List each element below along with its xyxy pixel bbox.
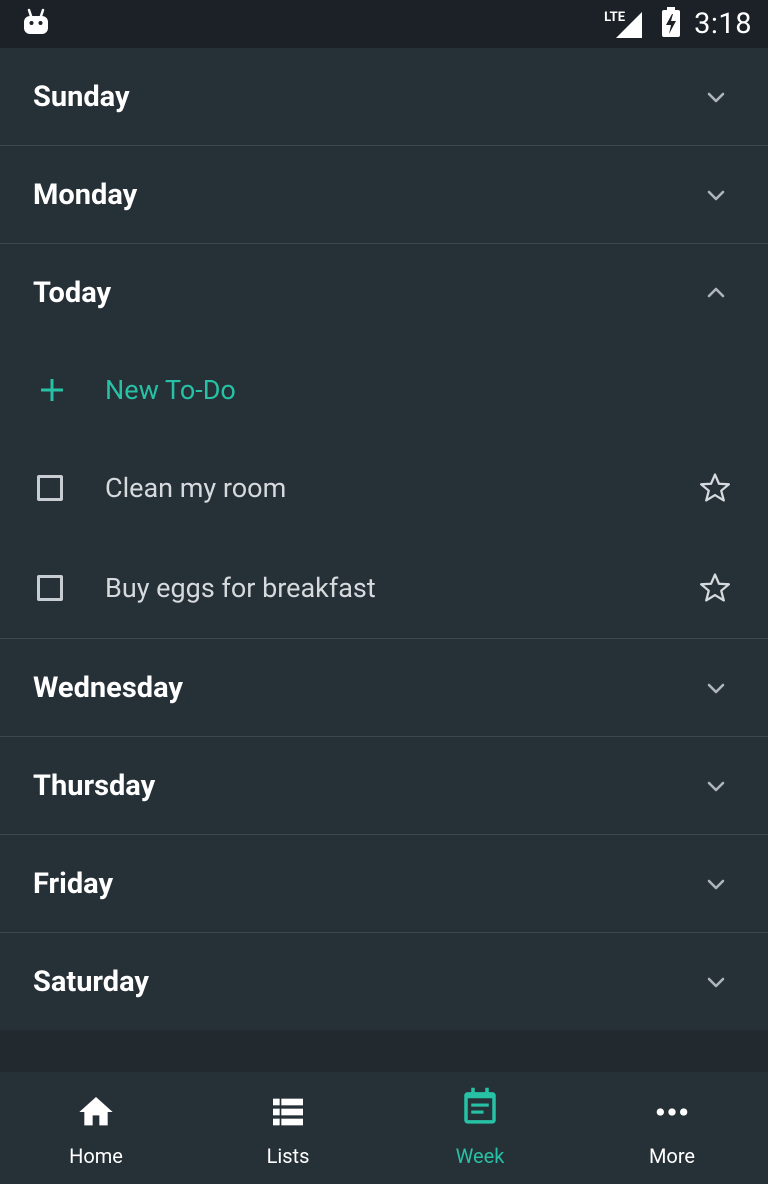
todo-item[interactable]: Clean my room — [0, 438, 768, 538]
star-icon[interactable] — [698, 471, 732, 505]
day-header-sunday[interactable]: Sunday — [0, 48, 768, 146]
clock: 3:18 — [694, 7, 752, 41]
day-header-today[interactable]: Today — [0, 244, 768, 341]
star-icon[interactable] — [698, 571, 732, 605]
chevron-up-icon — [707, 287, 725, 297]
nav-label: Home — [69, 1144, 123, 1168]
week-list: Sunday Monday Today New To-Do Clean my r… — [0, 48, 768, 1070]
battery-charging-icon — [660, 6, 682, 42]
todo-text: Clean my room — [105, 472, 287, 504]
chevron-down-icon — [707, 92, 725, 102]
new-todo-label: New To-Do — [105, 373, 236, 406]
day-title: Friday — [33, 866, 114, 901]
android-icon — [22, 8, 50, 40]
chevron-down-icon — [707, 683, 725, 693]
day-section-today: Today New To-Do Clean my room Buy eggs f… — [0, 244, 768, 639]
day-title: Saturday — [33, 964, 150, 999]
home-icon — [79, 1097, 113, 1126]
nav-week[interactable]: Week — [384, 1072, 576, 1184]
nav-home[interactable]: Home — [0, 1072, 192, 1184]
more-horizontal-icon — [656, 1108, 688, 1116]
day-header-thursday[interactable]: Thursday — [0, 737, 768, 835]
todo-text: Buy eggs for breakfast — [105, 572, 376, 604]
status-bar: LTE 3:18 — [0, 0, 768, 48]
day-title: Monday — [33, 177, 138, 212]
nav-label: Lists — [266, 1144, 310, 1168]
todo-checkbox[interactable] — [37, 575, 63, 601]
day-header-wednesday[interactable]: Wednesday — [0, 639, 768, 737]
plus-icon — [41, 378, 63, 401]
todo-checkbox[interactable] — [37, 475, 63, 501]
calendar-icon — [464, 1087, 496, 1124]
network-type-label: LTE — [604, 10, 626, 25]
list-footer-gap — [0, 1030, 768, 1070]
chevron-down-icon — [707, 781, 725, 791]
nav-lists[interactable]: Lists — [192, 1072, 384, 1184]
list-icon — [273, 1098, 303, 1126]
nav-label: More — [648, 1144, 696, 1168]
bottom-navigation: Home Lists Week More — [0, 1072, 768, 1184]
day-title: Wednesday — [33, 670, 183, 705]
day-title: Thursday — [33, 768, 156, 803]
lte-signal-icon: LTE — [604, 8, 648, 40]
todo-item[interactable]: Buy eggs for breakfast — [0, 538, 768, 638]
day-header-friday[interactable]: Friday — [0, 835, 768, 933]
day-header-monday[interactable]: Monday — [0, 146, 768, 244]
chevron-down-icon — [707, 977, 725, 987]
day-title: Sunday — [33, 79, 130, 114]
day-header-saturday[interactable]: Saturday — [0, 933, 768, 1030]
nav-label: Week — [455, 1144, 505, 1168]
chevron-down-icon — [707, 879, 725, 889]
day-title: Today — [33, 275, 112, 310]
nav-more[interactable]: More — [576, 1072, 768, 1184]
chevron-down-icon — [707, 190, 725, 200]
new-todo-button[interactable]: New To-Do — [0, 341, 768, 438]
